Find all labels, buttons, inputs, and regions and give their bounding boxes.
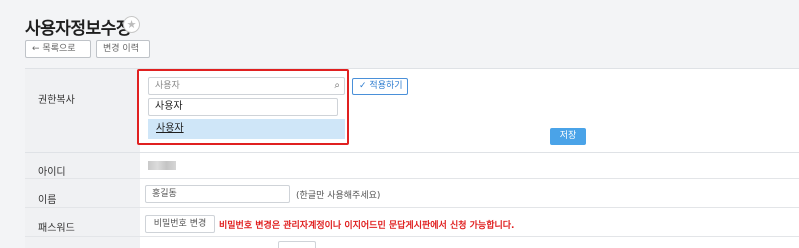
row-divider bbox=[25, 207, 799, 208]
info-label-cell: 아이디 이름 패스워드 bbox=[25, 153, 140, 248]
star-icon[interactable]: ★ bbox=[123, 16, 140, 33]
password-label: 패스워드 bbox=[38, 223, 75, 234]
back-label: 목록으로 bbox=[42, 44, 76, 54]
password-warning: 비밀번호 변경은 관리자계정이나 이지어드민 문답게시판에서 신청 가능합니다. bbox=[219, 221, 515, 231]
name-hint: (한글만 사용해주세요) bbox=[296, 191, 381, 201]
check-icon: ✓ bbox=[359, 81, 367, 91]
row-divider bbox=[25, 178, 799, 179]
apply-button[interactable]: ✓ 적용하기 bbox=[352, 78, 408, 95]
id-value-blurred bbox=[148, 161, 176, 170]
back-arrow-icon: ← bbox=[32, 44, 40, 54]
id-label: 아이디 bbox=[38, 167, 66, 178]
name-input[interactable]: 홍길동 bbox=[145, 185, 290, 203]
apply-label: 적용하기 bbox=[369, 81, 403, 91]
history-button[interactable]: 변경 이력 bbox=[96, 40, 150, 58]
permission-label-cell: 권한복사 bbox=[25, 69, 140, 152]
name-label: 이름 bbox=[38, 195, 57, 206]
back-to-list-button[interactable]: ← 목록으로 bbox=[25, 40, 91, 58]
info-section: 아이디 이름 패스워드 bbox=[25, 152, 799, 248]
page-title: 사용자정보수정 bbox=[25, 19, 131, 39]
save-button[interactable]: 저장 bbox=[550, 128, 586, 145]
highlight-box bbox=[137, 69, 349, 145]
next-row-input[interactable] bbox=[278, 241, 316, 248]
permission-label: 권한복사 bbox=[38, 95, 75, 106]
row-divider bbox=[25, 236, 799, 237]
change-password-button[interactable]: 비밀번호 변경 bbox=[145, 215, 215, 233]
